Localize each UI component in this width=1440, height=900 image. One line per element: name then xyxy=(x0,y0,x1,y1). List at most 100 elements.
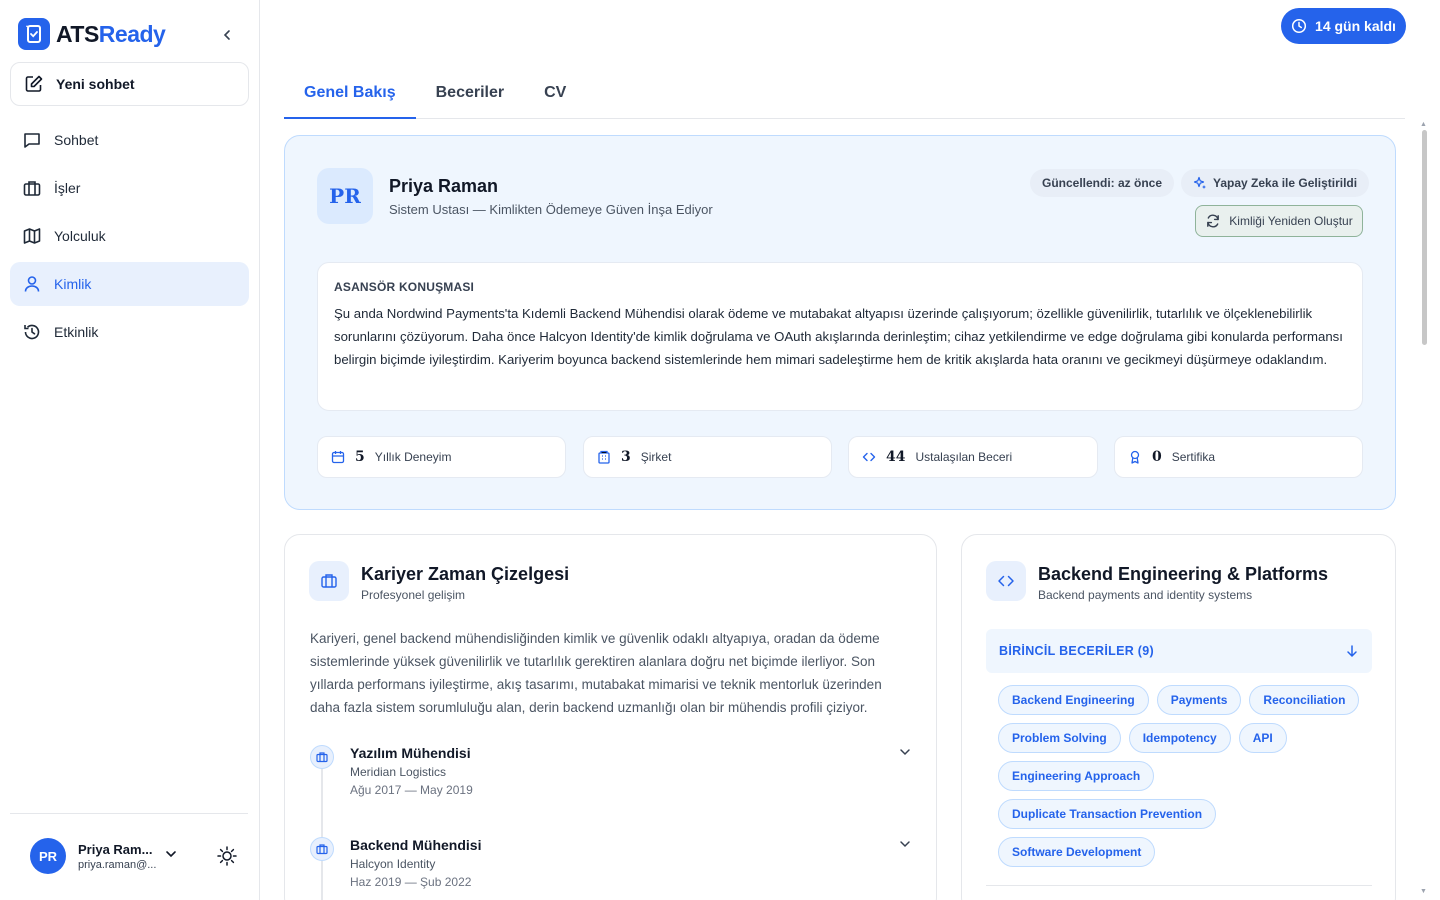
skill-chip[interactable]: API xyxy=(1238,723,1287,753)
skill-chip[interactable]: Engineering Approach xyxy=(998,761,1155,791)
building-icon xyxy=(598,450,610,464)
stat-value: 3 xyxy=(621,449,631,465)
timeline-dates: Ağu 2017 — May 2019 xyxy=(350,783,473,797)
skills-divider xyxy=(986,885,1372,886)
skill-chip[interactable]: Problem Solving xyxy=(998,723,1121,753)
career-summary: Kariyeri, genel backend mühendisliğinden… xyxy=(310,631,882,715)
elevator-pitch: ASANSÖR KONUŞMASI Şu anda Nordwind Payme… xyxy=(317,262,1363,411)
scrollbar-thumb[interactable] xyxy=(1422,130,1427,345)
tab-cv[interactable]: CV xyxy=(524,68,586,118)
regenerate-identity-button[interactable]: Kimliği Yeniden Oluştur xyxy=(1195,205,1363,237)
stat-label: Yıllık Deneyim xyxy=(374,450,452,464)
sidebar-item-label: Kimlik xyxy=(54,276,92,292)
avatar: PR xyxy=(30,838,66,874)
elevator-pitch-label: ASANSÖR KONUŞMASI xyxy=(334,280,475,294)
profile-card: PR Priya Raman Sistem Ustası — Kimlikten… xyxy=(284,135,1396,510)
chevron-down-icon xyxy=(900,749,910,756)
skill-cluster-subtitle: Backend payments and identity systems xyxy=(1038,588,1253,602)
timeline-expand-toggle[interactable] xyxy=(898,745,912,759)
stat-value: 0 xyxy=(1152,449,1162,465)
chip-row: Problem Solving Idempotency API xyxy=(998,723,1368,761)
brand-name-ats: ATS xyxy=(56,20,99,47)
stat-label: Şirket xyxy=(640,450,672,464)
profile-avatar: PR xyxy=(317,168,373,224)
career-title: Kariyer Zaman Çizelgesi xyxy=(361,564,570,584)
trial-days-badge[interactable]: 14 gün kaldı xyxy=(1281,8,1406,44)
stat-companies: 3 Şirket xyxy=(583,436,832,478)
code-icon xyxy=(862,452,876,462)
sidebar-item-kimlik[interactable]: Kimlik xyxy=(10,262,249,306)
career-subtitle: Profesyonel gelişim xyxy=(361,588,466,602)
chip-row: Software Development xyxy=(998,837,1368,875)
user-menu[interactable]: PR Priya Ram... priya.raman@... xyxy=(30,838,176,874)
award-icon xyxy=(1130,450,1140,464)
brand[interactable]: ATSReady xyxy=(18,17,166,51)
timeline-company: Halcyon Identity xyxy=(350,857,436,871)
sidebar: ATSReady Yeni sohbet Sohbet İşler Yolcul… xyxy=(0,0,260,900)
updated-badge: Güncellendi: az önce xyxy=(1030,169,1175,197)
updated-label: Güncellendi: az önce xyxy=(1042,176,1163,190)
regenerate-identity-label: Kimliği Yeniden Oluştur xyxy=(1229,214,1353,228)
refresh-icon xyxy=(1207,214,1220,228)
skill-chip[interactable]: Backend Engineering xyxy=(998,685,1149,715)
stat-skills: 44 Ustalaşılan Beceri xyxy=(848,436,1098,478)
edit-icon xyxy=(25,75,43,92)
user-menu-toggle[interactable] xyxy=(164,847,178,861)
timeline-company: Meridian Logistics xyxy=(350,765,447,779)
user-name: Priya Ram... xyxy=(78,841,153,857)
tab-genel-bakis[interactable]: Genel Bakış xyxy=(284,68,416,119)
career-timeline-card: Kariyer Zaman Çizelgesi Profesyonel geli… xyxy=(284,534,937,900)
sidebar-item-label: Etkinlik xyxy=(54,324,99,340)
sidebar-item-label: Yolculuk xyxy=(54,228,106,244)
skill-chip[interactable]: Software Development xyxy=(998,837,1156,867)
skill-chips: Backend Engineering Payments Reconciliat… xyxy=(998,685,1368,875)
scroll-up-arrow-icon[interactable]: ▲ xyxy=(1420,121,1427,128)
collapse-sidebar-button[interactable] xyxy=(216,24,238,46)
profile-title: Sistem Ustası — Kimlikten Ödemeye Güven … xyxy=(389,202,713,217)
timeline-expand-toggle[interactable] xyxy=(898,837,912,851)
sidebar-item-etkinlik[interactable]: Etkinlik xyxy=(10,310,249,354)
scroll-down-arrow-icon[interactable]: ▼ xyxy=(1420,888,1427,895)
profile-name: Priya Raman xyxy=(389,176,499,196)
brand-name-ready: Ready xyxy=(98,20,166,47)
stat-value: 5 xyxy=(355,449,365,465)
primary-skills-label: BİRİNCİL BECERİLER (9) xyxy=(999,644,1154,658)
skill-chip[interactable]: Idempotency xyxy=(1128,723,1231,753)
clock-icon xyxy=(1291,18,1307,34)
timeline-role: Backend Mühendisi xyxy=(350,837,482,853)
code-icon xyxy=(986,561,1026,601)
sidebar-item-label: İşler xyxy=(54,180,81,196)
skill-chip[interactable]: Payments xyxy=(1156,685,1242,715)
new-chat-button[interactable]: Yeni sohbet xyxy=(10,62,249,106)
sidebar-item-sohbet[interactable]: Sohbet xyxy=(10,118,249,162)
skill-chip[interactable]: Duplicate Transaction Prevention xyxy=(998,799,1217,829)
briefcase-icon xyxy=(310,745,334,769)
calendar-icon xyxy=(331,451,345,464)
arrow-down-icon xyxy=(1347,645,1357,657)
stat-label: Sertifika xyxy=(1171,450,1216,464)
new-chat-label: Yeni sohbet xyxy=(56,76,135,92)
brand-name: ATSReady xyxy=(56,20,166,48)
chevron-down-icon xyxy=(166,851,176,858)
primary-skills-toggle[interactable]: BİRİNCİL BECERİLER (9) xyxy=(986,629,1372,673)
briefcase-icon xyxy=(310,837,334,861)
timeline-dates: Haz 2019 — Şub 2022 xyxy=(350,875,472,889)
skill-chip[interactable]: Reconciliation xyxy=(1249,685,1360,715)
tab-bar: Genel Bakış Beceriler CV xyxy=(284,68,1405,119)
sidebar-item-isler[interactable]: İşler xyxy=(10,166,249,210)
sparkles-icon xyxy=(1193,176,1206,189)
stat-label: Ustalaşılan Beceri xyxy=(915,450,1013,464)
ai-enhanced-badge: Yapay Zeka ile Geliştirildi xyxy=(1181,169,1370,197)
sidebar-nav: Sohbet İşler Yolculuk Kimlik Etkinlik xyxy=(10,118,249,358)
chip-row: Engineering Approach xyxy=(998,761,1368,799)
chip-row: Duplicate Transaction Prevention xyxy=(998,799,1368,837)
sidebar-item-yolculuk[interactable]: Yolculuk xyxy=(10,214,249,258)
timeline-role: Yazılım Mühendisi xyxy=(350,745,471,761)
tab-beceriler[interactable]: Beceriler xyxy=(416,68,525,118)
stat-experience: 5 Yıllık Deneyim xyxy=(317,436,566,478)
sun-icon xyxy=(217,846,237,866)
history-icon xyxy=(24,324,40,340)
user-icon xyxy=(24,276,40,292)
timeline-line xyxy=(321,767,323,900)
theme-toggle-button[interactable] xyxy=(216,845,238,867)
